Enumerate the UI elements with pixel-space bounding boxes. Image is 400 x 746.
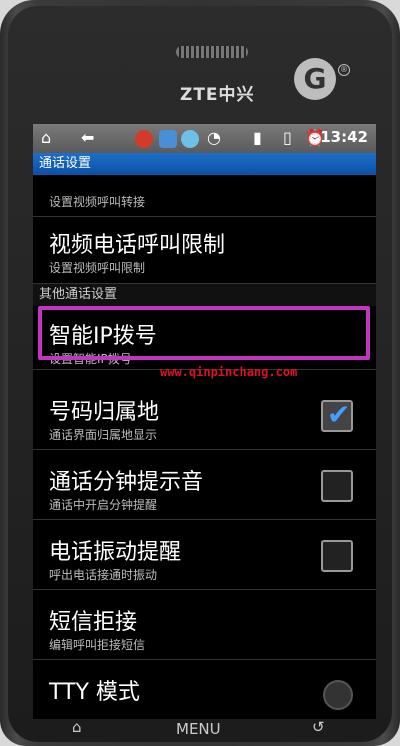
status-time: 13:42	[320, 128, 368, 146]
setting-item-subtitle: 设置视频呼叫转接	[49, 195, 146, 209]
back-key-icon[interactable]: ↺	[312, 718, 325, 736]
carrier-logo: G	[294, 58, 336, 100]
setting-item-subtitle: 通话中开启分钟提醒	[49, 498, 158, 512]
registered-mark: ®	[338, 64, 350, 76]
menu-key[interactable]: MENU	[176, 720, 221, 738]
setting-item-video-restriction[interactable]: 视频电话呼叫限制 设置视频呼叫限制	[33, 217, 376, 284]
section-header-other-settings: 其他通话设置	[33, 284, 376, 306]
setting-item-subtitle: 呼出电话接通时振动	[49, 568, 158, 582]
setting-item-subtitle: 设置视频呼叫限制	[49, 261, 146, 275]
setting-item-vibrate-reminder[interactable]: 电话振动提醒 呼出电话接通时振动	[33, 520, 376, 590]
home-key-icon[interactable]: ⌂	[72, 718, 82, 736]
setting-item-sms-reject[interactable]: 短信拒接 编辑呼叫拒接短信	[33, 590, 376, 660]
minute-tone-checkbox[interactable]	[321, 470, 353, 502]
tty-mode-indicator[interactable]	[323, 680, 353, 710]
check-mark-icon: ✔	[327, 398, 351, 431]
vibrate-reminder-checkbox[interactable]	[321, 540, 353, 572]
setting-item-title: 视频电话呼叫限制	[49, 233, 226, 258]
highlight-box	[38, 306, 370, 360]
phone-body: ZTE中兴 G ® ⌂ ⬅ ◔ ▮ ▯ ⏰ 13:42 通话设置 设置视频呼叫转…	[0, 0, 400, 746]
section-header-call-settings: 通话设置	[33, 153, 376, 175]
status-bar: ⌂ ⬅ ◔ ▮ ▯ ⏰ 13:42	[33, 124, 376, 153]
setting-item-title: 短信拒接	[49, 610, 138, 635]
phone-screen: ⌂ ⬅ ◔ ▮ ▯ ⏰ 13:42 通话设置 设置视频呼叫转接 视频电话呼叫限制…	[33, 124, 376, 719]
setting-item-title: 电话振动提醒	[49, 540, 182, 565]
setting-item-number-location[interactable]: 号码归属地 通话界面归属地显示 ✔	[33, 380, 376, 450]
setting-item-title: 通话分钟提示音	[49, 470, 204, 495]
back-icon: ⬅	[81, 128, 95, 147]
watermark-text: www.qinpinchang.com	[160, 365, 298, 379]
home-icon: ⌂	[41, 128, 52, 147]
setting-item-tty-mode[interactable]: TTY 模式	[33, 660, 376, 719]
hardware-key-bar: ⌂ MENU ↺	[0, 716, 400, 746]
map-icon	[159, 130, 177, 148]
setting-item-title: TTY 模式	[49, 680, 140, 705]
chat-icon	[181, 130, 199, 148]
setting-item-title: 号码归属地	[49, 400, 160, 425]
app-notify-icon	[135, 130, 153, 148]
setting-item-subtitle: 编辑呼叫拒接短信	[49, 638, 146, 652]
wifi-icon: ◔	[207, 128, 221, 147]
battery-icon: ▯	[283, 128, 292, 147]
brand-logo-text: ZTE中兴	[180, 85, 255, 105]
signal-icon: ▮	[253, 128, 262, 147]
setting-item-video-forward[interactable]: 设置视频呼叫转接	[33, 175, 376, 217]
earpiece-speaker	[176, 46, 248, 58]
setting-item-minute-tone[interactable]: 通话分钟提示音 通话中开启分钟提醒	[33, 450, 376, 520]
number-location-checkbox[interactable]: ✔	[321, 398, 353, 432]
setting-item-subtitle: 通话界面归属地显示	[49, 428, 158, 442]
